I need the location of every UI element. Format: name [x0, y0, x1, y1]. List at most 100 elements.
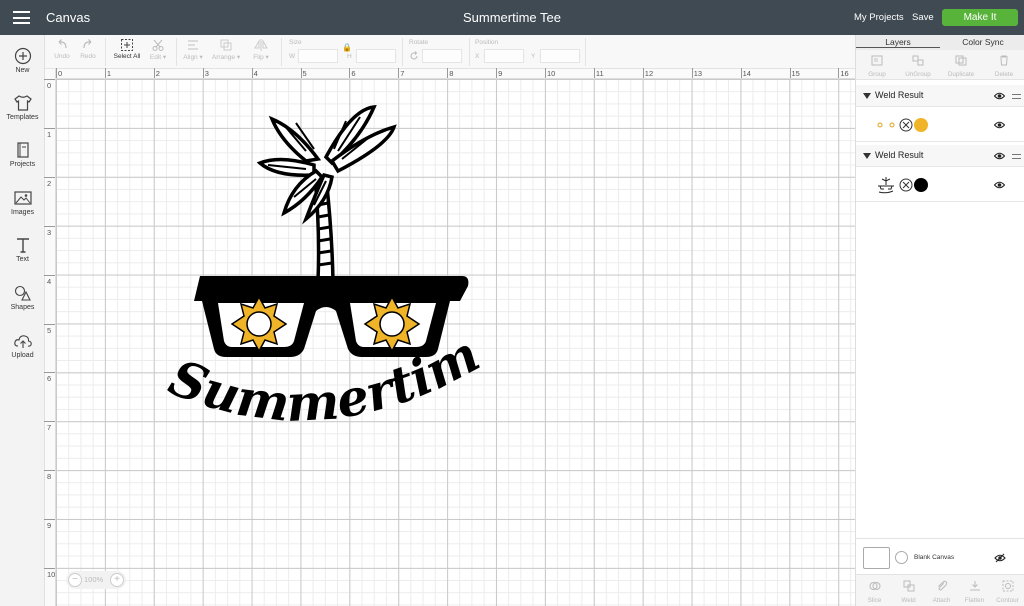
plus-circle-icon	[14, 47, 31, 65]
align-label: Align ▾	[183, 54, 203, 61]
ruler-tick	[593, 68, 595, 78]
lock-icon[interactable]: 🔒	[342, 43, 352, 52]
sidebar-item-projects[interactable]: Projects	[0, 141, 45, 168]
slice-button[interactable]: Slice	[858, 579, 891, 604]
sidebar-item-text[interactable]: Text	[0, 236, 45, 263]
ruler-tick-label: 2	[155, 69, 160, 78]
layer-group-name: Weld Result	[875, 90, 924, 100]
left-sidebar: New Templates Projects Images Text Shape…	[0, 35, 45, 606]
ruler-tick-label: 14	[742, 69, 751, 78]
slice-icon	[869, 582, 880, 590]
y-label: Y	[531, 53, 536, 60]
ruler-tick-label: 5	[47, 325, 52, 335]
ruler-tick-label: 4	[47, 276, 52, 286]
ruler-tick	[44, 372, 55, 374]
redo-button[interactable]: Redo	[77, 35, 99, 60]
layer-color-swatch[interactable]	[914, 118, 928, 132]
ungroup-button[interactable]: UnGroup	[901, 53, 935, 78]
ruler-tick-label: 12	[644, 69, 654, 78]
edit-button[interactable]: Edit ▾	[146, 35, 170, 61]
contour-button[interactable]: Contour	[991, 579, 1024, 604]
cut-scissors-icon[interactable]	[899, 178, 913, 192]
eye-icon[interactable]	[994, 92, 1005, 100]
layers-panel: Layers Color Sync Group UnGroup Duplicat…	[855, 35, 1024, 606]
delete-button[interactable]: Delete	[987, 53, 1021, 78]
drag-handle-icon[interactable]	[1012, 154, 1021, 159]
arrange-label: Arrange ▾	[211, 54, 241, 61]
flip-button[interactable]: Flip ▾	[249, 35, 273, 61]
layer-group-row[interactable]: Weld Result	[856, 85, 1024, 107]
rotate-field[interactable]	[422, 49, 462, 63]
summertime-design[interactable]: Summertime	[156, 101, 596, 471]
eye-icon[interactable]	[994, 121, 1005, 129]
zoom-in-button[interactable]: +	[110, 573, 124, 587]
blank-canvas-row: Blank Canvas	[856, 538, 1024, 574]
palm-tree-graphic	[256, 104, 397, 283]
ruler-tick-label: 16	[840, 69, 849, 78]
ruler-tick-label: 8	[47, 472, 52, 482]
tab-layers[interactable]: Layers	[856, 37, 940, 48]
y-field[interactable]	[540, 49, 580, 63]
height-field[interactable]	[356, 49, 396, 63]
design-canvas[interactable]: Summertime − 100% +	[56, 79, 855, 606]
book-icon	[16, 142, 29, 158]
weld-button[interactable]: Weld	[892, 579, 925, 604]
sidebar-item-upload[interactable]: Upload	[0, 332, 45, 359]
arrange-button[interactable]: Arrange ▾	[210, 35, 242, 61]
drag-handle-icon[interactable]	[1012, 94, 1021, 99]
tab-color-sync[interactable]: Color Sync	[941, 37, 1024, 47]
attach-label: Attach	[932, 597, 951, 604]
ruler-tick-label: 10	[47, 570, 56, 579]
attach-button[interactable]: Attach	[925, 579, 958, 604]
undo-button[interactable]: Undo	[51, 35, 73, 60]
duplicate-button[interactable]: Duplicate	[944, 53, 978, 78]
toolbar-divider	[281, 38, 282, 66]
menu-icon[interactable]	[13, 11, 30, 24]
flip-icon	[254, 39, 268, 51]
ruler-tick-label: 1	[106, 69, 112, 78]
chevron-down-icon[interactable]	[863, 153, 871, 159]
layer-group-name: Weld Result	[875, 150, 924, 160]
save-button[interactable]: Save	[912, 12, 934, 23]
blank-canvas-color[interactable]	[895, 551, 908, 564]
ruler-tick-label: 3	[204, 69, 209, 78]
blank-canvas-swatch[interactable]	[863, 547, 890, 569]
select-all-button[interactable]: Select All	[111, 35, 143, 60]
my-projects-link[interactable]: My Projects	[854, 12, 904, 23]
sidebar-item-templates[interactable]: Templates	[0, 94, 45, 121]
panel-tabs: Layers Color Sync	[856, 35, 1024, 50]
ruler-tick-label: 9	[498, 69, 503, 78]
sidebar-item-new[interactable]: New	[0, 47, 45, 74]
ruler-tick	[447, 68, 449, 78]
make-it-button[interactable]: Make It	[942, 9, 1018, 26]
layer-item-row[interactable]	[856, 109, 1024, 142]
align-button[interactable]: Align ▾	[181, 35, 205, 61]
horizontal-ruler: 0 1 2 3 4 5 6 7 8 9 10 11 12 13 14 15 16	[56, 68, 855, 79]
ruler-tick-label: 15	[791, 69, 800, 78]
cut-scissors-icon[interactable]	[899, 118, 913, 132]
eye-icon[interactable]	[994, 181, 1005, 189]
ruler-tick	[44, 225, 55, 227]
ruler-tick	[789, 68, 791, 78]
x-field[interactable]	[484, 49, 524, 63]
toolbar-divider	[585, 38, 586, 66]
ruler-tick	[300, 68, 302, 78]
ruler-tick	[153, 68, 155, 78]
sidebar-item-shapes[interactable]: Shapes	[0, 284, 45, 311]
group-button[interactable]: Group	[860, 53, 894, 78]
eye-hidden-icon[interactable]	[994, 553, 1006, 563]
chevron-down-icon[interactable]	[863, 93, 871, 99]
zoom-out-button[interactable]: −	[68, 573, 82, 587]
flatten-button[interactable]: Flatten	[958, 579, 991, 604]
layer-group-row[interactable]: Weld Result	[856, 145, 1024, 167]
design-thumbnail-icon	[878, 177, 894, 194]
flatten-label: Flatten	[964, 597, 985, 604]
ruler-tick	[545, 68, 546, 78]
eye-icon[interactable]	[994, 152, 1005, 160]
ruler-tick-label: 9	[47, 521, 52, 531]
layer-color-swatch[interactable]	[914, 178, 928, 192]
toolbar-divider	[105, 38, 106, 66]
width-field[interactable]	[298, 49, 338, 63]
layer-item-row[interactable]	[856, 169, 1024, 202]
sidebar-item-images[interactable]: Images	[0, 189, 45, 216]
